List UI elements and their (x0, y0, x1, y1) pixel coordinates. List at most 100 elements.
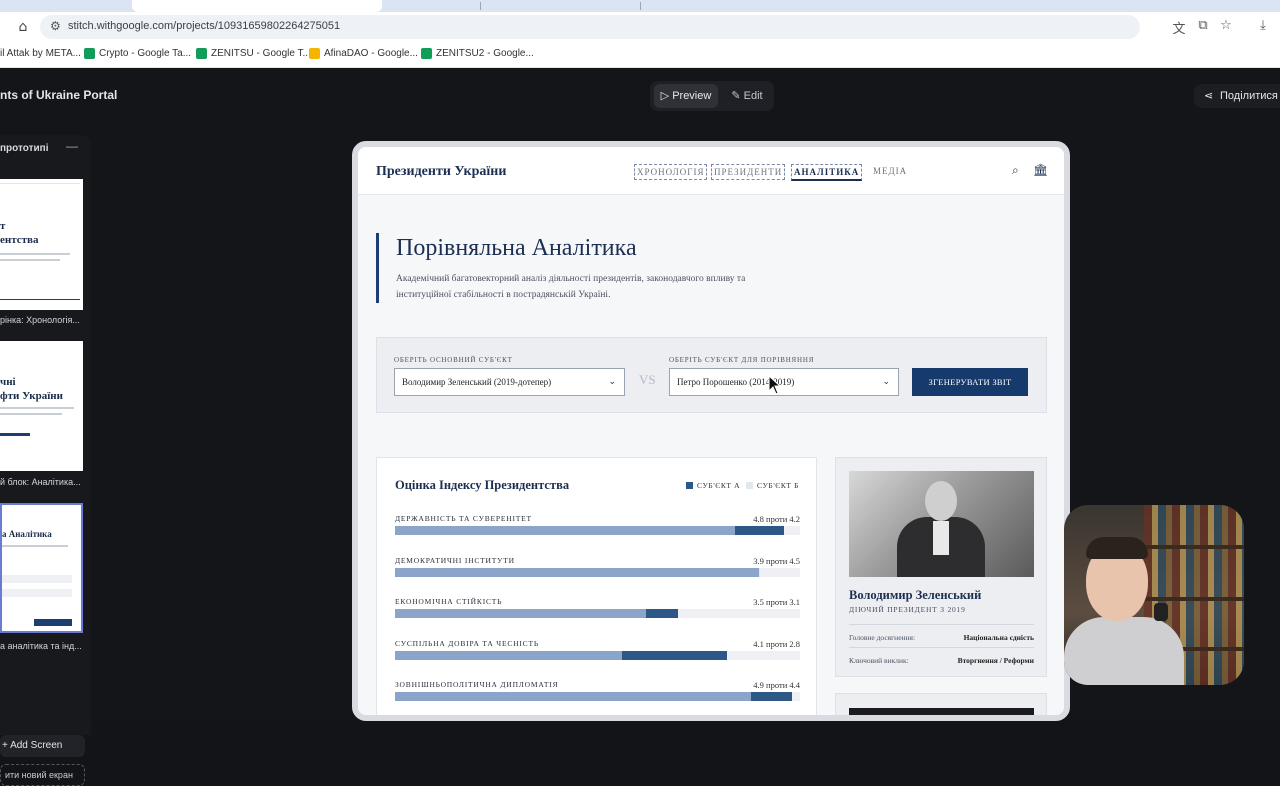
metric-bar-a (395, 526, 736, 535)
collapse-icon[interactable]: — (66, 139, 78, 153)
bank-icon[interactable]: 🏛 (1033, 163, 1048, 177)
generate-report-button[interactable]: ЗГЕНЕРУВАТИ ЗВІТ (912, 368, 1028, 396)
president-role: ДІЮЧИЙ ПРЕЗИДЕНТ З 2019 (849, 605, 966, 614)
metric-bar-difference (621, 650, 728, 660)
address-bar[interactable]: ⚙ stitch.withgoogle.com/projects/1093165… (40, 15, 1140, 39)
chevron-down-icon: ⌄ (608, 377, 616, 387)
metric-bar-difference (735, 526, 784, 535)
bookmarks-bar: il Attak by META... Crypto - Google Ta..… (0, 42, 1280, 68)
screens-panel: прототипі — т ентства рінка: Хронологія.… (0, 135, 91, 786)
bookmark-item[interactable]: ZENITSU - Google T... (196, 48, 311, 59)
metric-bar-a (395, 567, 711, 577)
search-icon[interactable]: ⌕ (1012, 163, 1019, 178)
new-screen-button[interactable]: ити новий екран (0, 764, 85, 786)
bookmark-item[interactable]: il Attak by META... (0, 48, 81, 59)
add-screen-button[interactable]: + Add Screen (0, 735, 85, 757)
webcam-overlay (1064, 505, 1244, 685)
site-info-icon[interactable]: ⚙ (50, 19, 61, 33)
legend-b-label: СУБ'ЄКТ Б (757, 481, 799, 490)
metric-value: 4.9 проти 4.4 (753, 680, 800, 690)
metric-row: ЕКОНОМІЧНА СТІЙКІСТЬ 3.5 проти 3.1 (395, 597, 800, 627)
metric-bar-a (395, 650, 622, 660)
metric-track (395, 692, 800, 701)
profile-row-value: Вторгнення / Реформи (957, 656, 1034, 665)
home-icon[interactable]: ⌂ (14, 18, 32, 36)
metric-bar-difference (710, 567, 760, 577)
secondary-subject-label: ОБЕРІТЬ СУБ'ЄКТ ДЛЯ ПОРІВНЯННЯ (669, 356, 815, 364)
metric-value: 3.9 проти 4.5 (753, 555, 800, 566)
bookmark-item[interactable]: AfinaDAO - Google... (309, 48, 418, 59)
legend-b: СУБ'ЄКТ Б (746, 481, 799, 490)
mode-toggle: ▷ Preview ✎ Edit (650, 81, 774, 111)
bookmark-star-icon[interactable]: ☆ (1217, 18, 1235, 36)
metric-row: ДЕРЖАВНІСТЬ ТА СУВЕРЕНІТЕТ 4.8 проти 4.2 (395, 514, 800, 544)
page-title: Порівняльна Аналітика (396, 235, 637, 261)
metric-bar-a (395, 609, 647, 618)
secondary-subject-select[interactable]: Петро Порошенко (2014-2019) ⌄ (669, 368, 899, 396)
primary-subject-select[interactable]: Володимир Зеленський (2019-дотепер) ⌄ (394, 368, 625, 396)
nav-analytics[interactable]: АНАЛІТИКА (791, 164, 863, 181)
tab-strip (0, 0, 1280, 12)
edit-label: Edit (743, 90, 763, 102)
bookmark-item[interactable]: Crypto - Google Ta... (84, 48, 191, 59)
index-title: Оцінка Індексу Президентства (395, 478, 570, 492)
metric-row: ДЕМОКРАТИЧНІ ІНСТИТУТИ 3.9 проти 4.5 (395, 556, 800, 586)
metric-value: 4.8 проти 4.2 (753, 514, 800, 524)
install-icon[interactable]: ⧉ (1194, 18, 1212, 36)
legend-a-label: СУБ'ЄКТ А (697, 481, 741, 490)
download-icon[interactable]: ⤓ (1254, 18, 1272, 36)
mouse-cursor-icon (768, 375, 782, 395)
share-icon: ⋖ (1204, 89, 1214, 102)
nav-media[interactable]: МЕДІА (871, 164, 909, 178)
share-label: Поділитися (1220, 90, 1278, 102)
profile-row-value: Національна єдність (963, 633, 1034, 642)
screen-thumbnail[interactable]: а Аналітика (0, 503, 83, 633)
metric-value: 4.1 проти 2.8 (753, 638, 800, 649)
preview-page: Президенти України ХРОНОЛОГІЯ ПРЕЗИДЕНТИ… (358, 147, 1064, 715)
screen-thumbnail[interactable]: т ентства (0, 179, 83, 310)
sheets-icon (421, 48, 432, 59)
site-header: Президенти України ХРОНОЛОГІЯ ПРЕЗИДЕНТИ… (358, 147, 1064, 195)
share-button[interactable]: ⋖ Поділитися (1194, 84, 1280, 108)
metric-name: ЕКОНОМІЧНА СТІЙКІСТЬ (395, 597, 503, 606)
sheets-icon (84, 48, 95, 59)
project-title[interactable]: nts of Ukraine Portal (0, 88, 117, 102)
metric-bar-difference (751, 692, 792, 701)
bookmark-label: AfinaDAO - Google... (324, 48, 418, 59)
bookmark-item[interactable]: ZENITSU2 - Google... (421, 48, 534, 59)
sheets-icon (196, 48, 207, 59)
profile-row-key: Головне досягнення: (849, 633, 916, 642)
edit-button[interactable]: ✎ Edit (724, 84, 770, 108)
screen-label[interactable]: а аналітика та інд... (0, 641, 90, 651)
thumbnail-title: чні фти України (0, 376, 63, 402)
tab-separator (480, 2, 481, 10)
bookmark-label: ZENITSU - Google T... (211, 48, 311, 59)
screen-label[interactable]: й блок: Аналітика... (0, 477, 90, 487)
page-subtitle: Академічний багатовекторний аналіз діяль… (396, 274, 746, 300)
president-profile-card: Володимир Зеленський ДІЮЧИЙ ПРЕЗИДЕНТ З … (835, 457, 1047, 677)
preview-label: Preview (672, 90, 712, 102)
nav-chronology[interactable]: ХРОНОЛОГІЯ (634, 164, 708, 180)
next-portrait (849, 708, 1034, 715)
device-preview: Президенти України ХРОНОЛОГІЯ ПРЕЗИДЕНТИ… (352, 141, 1070, 721)
screen-thumbnail[interactable]: чні фти України (0, 341, 83, 471)
nav-presidents[interactable]: ПРЕЗИДЕНТИ (711, 164, 786, 180)
thumbnail-title: т ентства (0, 220, 39, 246)
metric-name: ЗОВНІШНЬОПОЛІТИЧНА ДИПЛОМАТІЯ (395, 680, 559, 689)
translate-icon[interactable]: 文 (1170, 18, 1188, 37)
preview-button[interactable]: ▷ Preview (654, 84, 718, 108)
site-logo[interactable]: Президенти України (376, 164, 506, 180)
legend-a: СУБ'ЄКТ А (686, 481, 740, 490)
next-profile-card (835, 693, 1047, 715)
tab-separator (640, 2, 641, 10)
add-screen-label: Add Screen (10, 740, 63, 751)
legend-swatch-b (746, 482, 753, 489)
president-name: Володимир Зеленський (849, 588, 982, 602)
metric-row: ЗОВНІШНЬОПОЛІТИЧНА ДИПЛОМАТІЯ 4.9 проти 4… (395, 680, 800, 710)
hero-accent-bar (376, 233, 379, 303)
profile-row-key: Ключовий виклик: (849, 656, 909, 665)
president-portrait (849, 471, 1034, 577)
metric-row: СУСПІЛЬНА ДОВІРА ТА ЧЕСНІСТЬ 4.1 проти 2.… (395, 639, 800, 669)
screen-label[interactable]: рінка: Хронологія... (0, 315, 90, 325)
active-tab[interactable] (132, 0, 382, 12)
